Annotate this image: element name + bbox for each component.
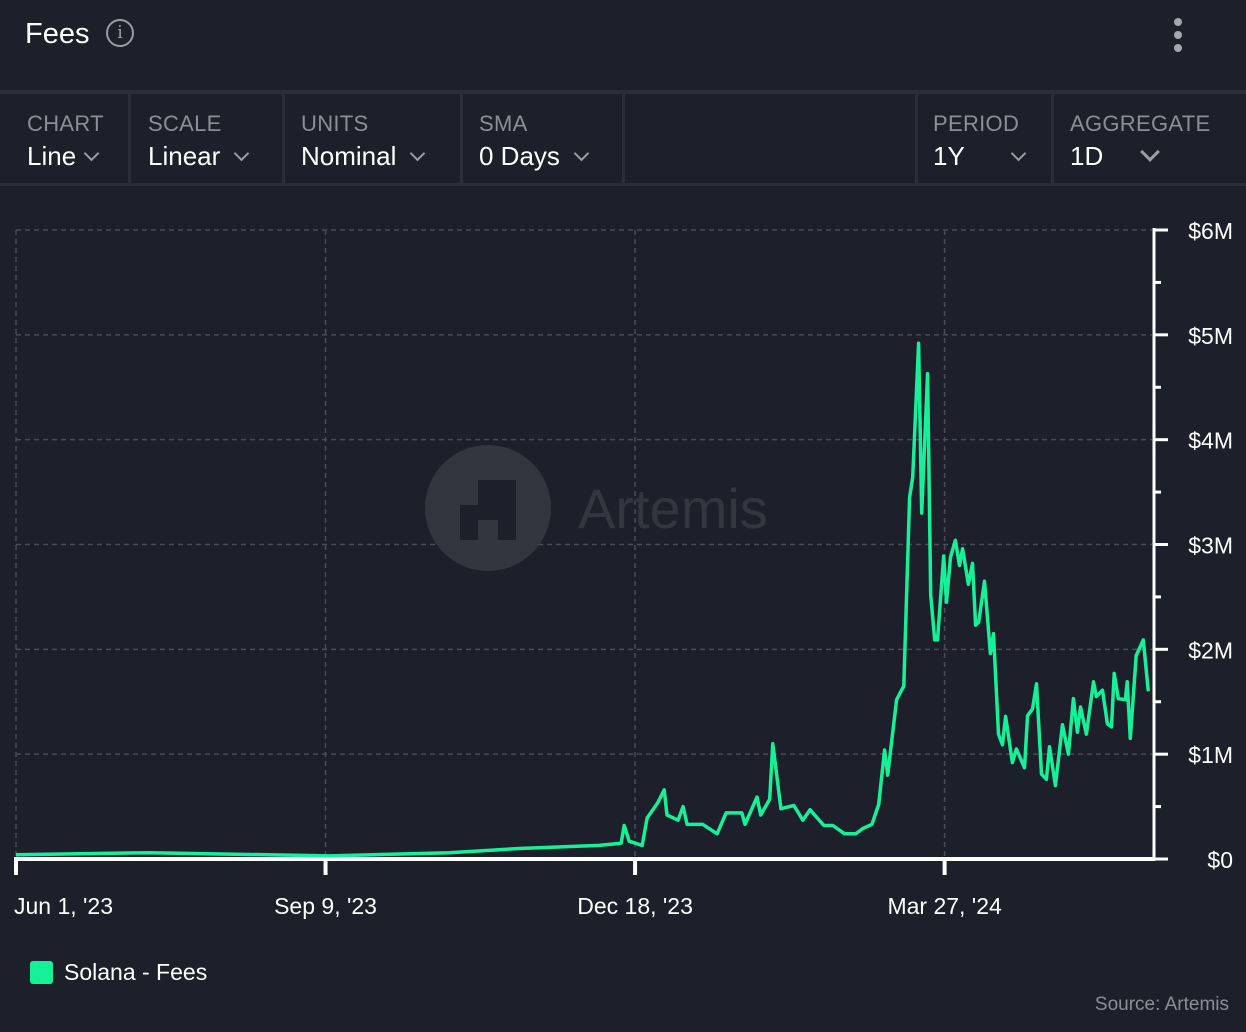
y-tick-label: $0 bbox=[1207, 847, 1233, 873]
x-tick-label: Jun 1, '23 bbox=[14, 893, 113, 919]
legend[interactable]: Solana - Fees bbox=[30, 959, 207, 986]
watermark-text: Artemis bbox=[578, 477, 768, 540]
x-tick-label: Dec 18, '23 bbox=[577, 893, 693, 919]
legend-swatch bbox=[30, 961, 53, 984]
grid-lines bbox=[15, 229, 1152, 859]
x-tick-label: Mar 27, '24 bbox=[887, 893, 1002, 919]
y-tick-label: $4M bbox=[1188, 428, 1233, 454]
source-label: Source: Artemis bbox=[1094, 994, 1229, 1015]
watermark: Artemis bbox=[425, 445, 768, 571]
legend-label: Solana - Fees bbox=[64, 959, 208, 985]
fees-chart: Artemis $0 $1M $2M $3M $4M $5M $6M Jun 1, '23 Se… bbox=[14, 218, 1233, 919]
x-tick-label: Sep 9, '23 bbox=[274, 893, 377, 919]
y-tick-label: $5M bbox=[1188, 323, 1233, 349]
y-tick-label: $6M bbox=[1188, 218, 1233, 244]
y-tick-label: $2M bbox=[1188, 637, 1233, 663]
series-line-solana-fees bbox=[15, 341, 1151, 858]
axes: $0 $1M $2M $3M $4M $5M $6M Jun 1, '23 Sep 9, '23… bbox=[14, 218, 1233, 919]
y-tick-label: $3M bbox=[1188, 533, 1233, 559]
y-tick-label: $1M bbox=[1188, 742, 1233, 768]
